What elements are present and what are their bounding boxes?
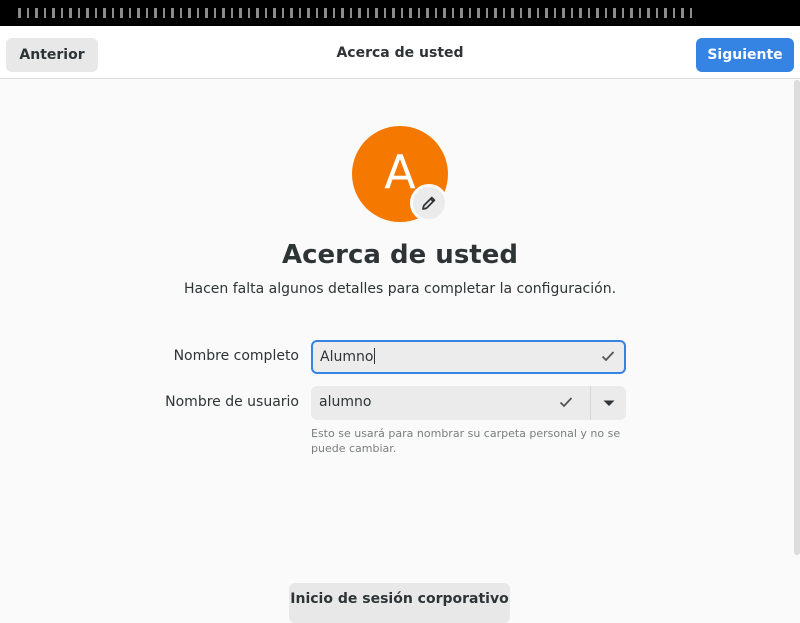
text-cursor — [374, 348, 376, 364]
check-icon — [601, 351, 615, 362]
username-field[interactable]: alumno — [311, 386, 626, 420]
scrollbar[interactable] — [794, 80, 800, 555]
next-button[interactable]: Siguiente — [696, 38, 794, 72]
edit-avatar-button[interactable] — [410, 184, 448, 222]
check-icon — [559, 397, 573, 408]
username-dropdown-button[interactable] — [591, 386, 626, 420]
username-label: Nombre de usuario — [165, 394, 299, 410]
username-value: alumno — [319, 394, 372, 410]
enterprise-login-button[interactable]: Inicio de sesión corporativo — [289, 583, 510, 623]
header-bar: Anterior Acerca de usted Siguiente — [0, 26, 800, 79]
page-title: Acerca de usted — [282, 240, 518, 270]
full-name-field[interactable]: Alumno — [311, 340, 626, 374]
pencil-icon — [422, 196, 436, 210]
dropdown-arrow-icon — [603, 400, 614, 406]
page-subtitle: Hacen falta algunos detalles para comple… — [183, 281, 617, 297]
username-hint: Esto se usará para nombrar su carpeta pe… — [311, 427, 621, 455]
full-name-label: Nombre completo — [173, 348, 299, 364]
avatar-letter: A — [384, 145, 416, 199]
full-name-value-wrap: Alumno — [320, 348, 376, 365]
top-panel-artifact — [18, 8, 698, 18]
header-title: Acerca de usted — [336, 45, 464, 61]
top-panel-strip — [0, 0, 800, 26]
full-name-value: Alumno — [320, 349, 374, 365]
